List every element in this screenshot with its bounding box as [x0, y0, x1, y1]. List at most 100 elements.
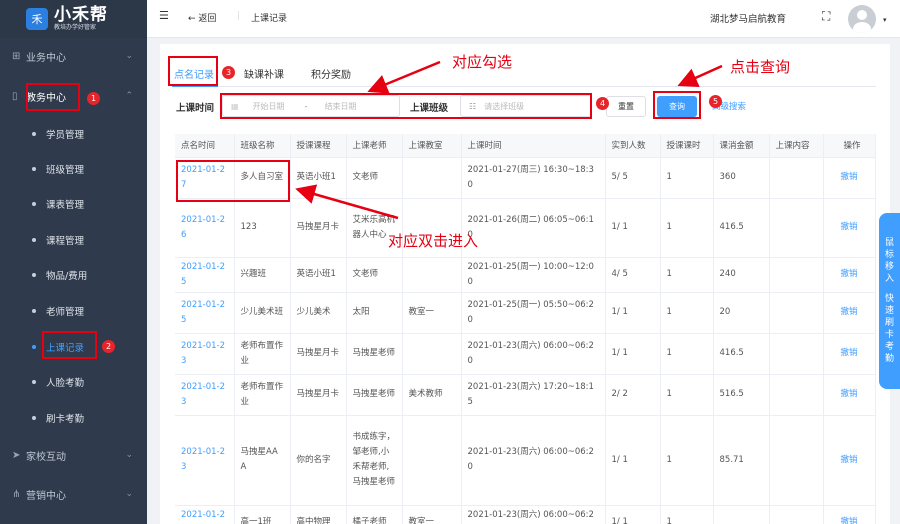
revoke-link-cell[interactable]: 撤销 [823, 157, 876, 199]
menu-group-label: 营销中心 [26, 490, 66, 502]
start-date-input[interactable]: 开始日期 [253, 101, 305, 112]
query-button[interactable]: 查询 [657, 96, 697, 117]
caret-down-icon[interactable]: ▾ [883, 16, 887, 24]
table-row[interactable]: 2021-01-23 老师布置作业 马拽星月卡 马拽星老师 2021-01-23(周六)… [175, 333, 876, 375]
amount-cell: 416.5 [713, 198, 770, 258]
revoke-link-cell[interactable]: 撤销 [823, 415, 876, 506]
sidebar-item-goods[interactable]: 物品/费用 [0, 257, 147, 293]
class-name-cell: 老师布置作业 [234, 333, 291, 375]
menu-group-home-school[interactable]: ➤ 家校互动 ⌄ [0, 437, 147, 473]
table-row[interactable]: 2021-01-23 马拽星AAA 你的名字 书成练字，邹老师,小禾帮老师,马拽星老师… [175, 415, 876, 506]
column-header: 课消金额 [713, 134, 770, 158]
calendar-icon: ▦ [231, 101, 239, 111]
class-time-cell: 2021-01-26(周二) 06:05~06:10 [461, 198, 606, 258]
lesson-hours-cell: 1 [660, 157, 714, 199]
attendance-cell: 1/ 1 [605, 198, 661, 258]
amount-cell: 416.5 [713, 333, 770, 375]
roll-call-time-cell[interactable]: 2021-01-25 [175, 292, 235, 334]
roll-call-time-cell[interactable]: 2021-01-23 [175, 415, 235, 506]
table-row[interactable]: 2021-01-23 老师布置作业 马拽星月卡 马拽星老师 美术教师 2021-01-23… [175, 374, 876, 416]
column-header: 上课内容 [769, 134, 824, 158]
table-row[interactable]: 2021-01-23高一1班高中物理橘子老师教室一2021-01-23(周六) … [175, 505, 876, 524]
attendance-cell: 4/ 5 [605, 257, 661, 293]
list-icon: ☷ [469, 101, 477, 111]
tab-points[interactable]: 积分奖励 [311, 66, 351, 81]
avatar[interactable] [848, 5, 876, 33]
sidebar-item-label: 课表管理 [46, 200, 85, 211]
tab-active-indicator [172, 85, 218, 87]
revoke-link-cell[interactable]: 撤销 [823, 374, 876, 416]
sidebar-item-courses[interactable]: 课程管理 [0, 222, 147, 258]
end-date-input[interactable]: 结束日期 [325, 101, 357, 112]
roll-call-time-cell[interactable]: 2021-01-23 [175, 333, 235, 375]
menu-group-business[interactable]: ⊞ 业务中心 ⌄ [0, 38, 147, 74]
roll-call-time-cell[interactable]: 2021-01-25 [175, 257, 235, 293]
lesson-hours-cell: 1 [660, 198, 714, 258]
sidebar-item-classes[interactable]: 班级管理 [0, 151, 147, 187]
class-select-placeholder: 请选择班级 [484, 101, 525, 111]
org-name[interactable]: 湖北梦马启航教育 [710, 11, 786, 25]
classroom-cell [402, 415, 462, 506]
revoke-link-cell[interactable]: 撤销 [823, 257, 876, 293]
revoke-link-cell[interactable]: 撤销 [823, 333, 876, 375]
column-header: 上课教室 [402, 134, 462, 158]
attendance-cell: 1/ 1 [605, 415, 661, 506]
sidebar-item-teachers[interactable]: 老师管理 [0, 293, 147, 329]
lesson-hours-cell: 1 [660, 333, 714, 375]
sidebar-item-schedule[interactable]: 课表管理 [0, 186, 147, 222]
share-icon: ⋔ [12, 488, 21, 500]
sidebar-item-face-attendance[interactable]: 人脸考勤 [0, 364, 147, 400]
revoke-link-cell[interactable]: 撤销 [823, 198, 876, 258]
bullet-icon [32, 309, 36, 313]
date-range-picker[interactable]: ▦ 开始日期 - 结束日期 [222, 95, 400, 117]
class-select[interactable]: ☷ 请选择班级 [460, 95, 592, 117]
amount-cell: 240 [713, 257, 770, 293]
bullet-icon [32, 345, 36, 349]
bullet-icon [32, 132, 36, 136]
amount-cell: 85.71 [713, 415, 770, 506]
logo-name: 小禾帮 [54, 5, 108, 25]
bullet-icon [32, 380, 36, 384]
menu-group-marketing[interactable]: ⋔ 营销中心 ⌄ [0, 476, 147, 512]
roll-call-time-cell[interactable]: 2021-01-23 [175, 505, 235, 524]
menu-toggle-icon[interactable]: ☰ [159, 9, 169, 22]
content-cell [769, 292, 824, 334]
step-number: 2 [102, 340, 115, 353]
sidebar-item-label: 人脸考勤 [46, 378, 85, 389]
course-cell: 英语小班1 [290, 157, 347, 199]
logo-subtitle: 教培办学好管家 [54, 24, 97, 31]
tab-makeup[interactable]: 缺课补课 [244, 66, 284, 81]
tabs-divider [172, 86, 876, 87]
column-header: 上课时间 [461, 134, 606, 158]
logo[interactable]: 禾 小禾帮 教培办学好管家 [0, 0, 147, 38]
course-cell: 高中物理 [290, 505, 347, 524]
table-row[interactable]: 2021-01-27 多人自习室 英语小班1 文老师 2021-01-27(周三) 16… [175, 157, 876, 199]
records-table: 点名时间 班级名称 授课课程 上课老师 上课教室 上课时间 实到人数 授课课时 … [175, 134, 876, 524]
back-button[interactable]: ← 返回 [188, 11, 216, 24]
column-header: 授课课程 [290, 134, 347, 158]
sidebar-item-card-attendance[interactable]: 刷卡考勤 [0, 400, 147, 436]
divider: | [237, 11, 241, 21]
table-row[interactable]: 2021-01-26 123 马拽星月卡 艾米乐高机器人中心 2021-01-26(周二… [175, 198, 876, 258]
revoke-link-cell[interactable]: 撤销 [823, 292, 876, 334]
content-cell [769, 415, 824, 506]
revoke-link-cell[interactable]: 撤销 [823, 505, 876, 524]
fullscreen-icon[interactable]: ⛶ [822, 9, 830, 24]
sidebar-item-students[interactable]: 学员管理 [0, 116, 147, 152]
reset-button[interactable]: 重置 [606, 96, 646, 117]
back-label: 返回 [198, 14, 217, 24]
teacher-cell: 文老师 [346, 157, 403, 199]
attendance-cell: 5/ 5 [605, 157, 661, 199]
roll-call-time-cell[interactable]: 2021-01-26 [175, 198, 235, 258]
tab-roll-call[interactable]: 点名记录 [174, 66, 214, 81]
attendance-cell: 1/ 1 [605, 292, 661, 334]
table-row[interactable]: 2021-01-25 少儿美术班 少儿美术 太阳 教室一 2021-01-25(周一) 0… [175, 292, 876, 334]
roll-call-time-cell[interactable]: 2021-01-23 [175, 374, 235, 416]
classroom-cell: 教室一 [402, 292, 462, 334]
table-row[interactable]: 2021-01-25 兴趣班 英语小班1 文老师 2021-01-25(周一) 10:0… [175, 257, 876, 293]
sidebar-item-class-records[interactable]: 上课记录 [0, 329, 147, 365]
menu-group-academic[interactable]: ▯ 教务中心 ⌃ [0, 78, 147, 114]
quick-card-attendance-tab[interactable]: 鼠标移入 快速刷卡考勤 [879, 213, 900, 389]
roll-call-time-cell[interactable]: 2021-01-27 [175, 157, 235, 199]
chevron-down-icon: ⌄ [125, 489, 133, 499]
